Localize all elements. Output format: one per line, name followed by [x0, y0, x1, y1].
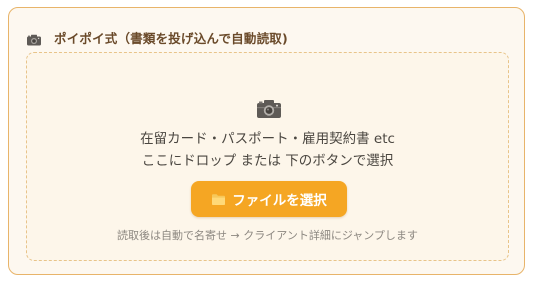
- camera-icon: [256, 99, 282, 119]
- post-read-hint: 読取後は自動で名寄せ → クライアント詳細にジャンプします: [117, 229, 418, 242]
- drop-instruction-text: ここにドロップ または 下のボタンで選択: [141, 153, 394, 169]
- select-file-button-label: ファイルを選択: [232, 193, 327, 209]
- supported-documents-text: 在留カード・パスポート・雇用契約書 etc: [140, 131, 395, 147]
- folder-icon: [211, 193, 226, 206]
- panel-title: ポイポイ式（書類を投げ込んで自動読取): [54, 30, 288, 46]
- file-dropzone[interactable]: 在留カード・パスポート・雇用契約書 etc ここにドロップ または 下のボタンで…: [26, 52, 509, 261]
- panel-header: ポイポイ式（書類を投げ込んで自動読取): [26, 29, 288, 46]
- auto-read-panel: ポイポイ式（書類を投げ込んで自動読取) 在留カード・パスポート・雇用契約書 et…: [8, 7, 525, 275]
- select-file-button[interactable]: ファイルを選択: [191, 181, 347, 217]
- camera-icon: [26, 31, 42, 46]
